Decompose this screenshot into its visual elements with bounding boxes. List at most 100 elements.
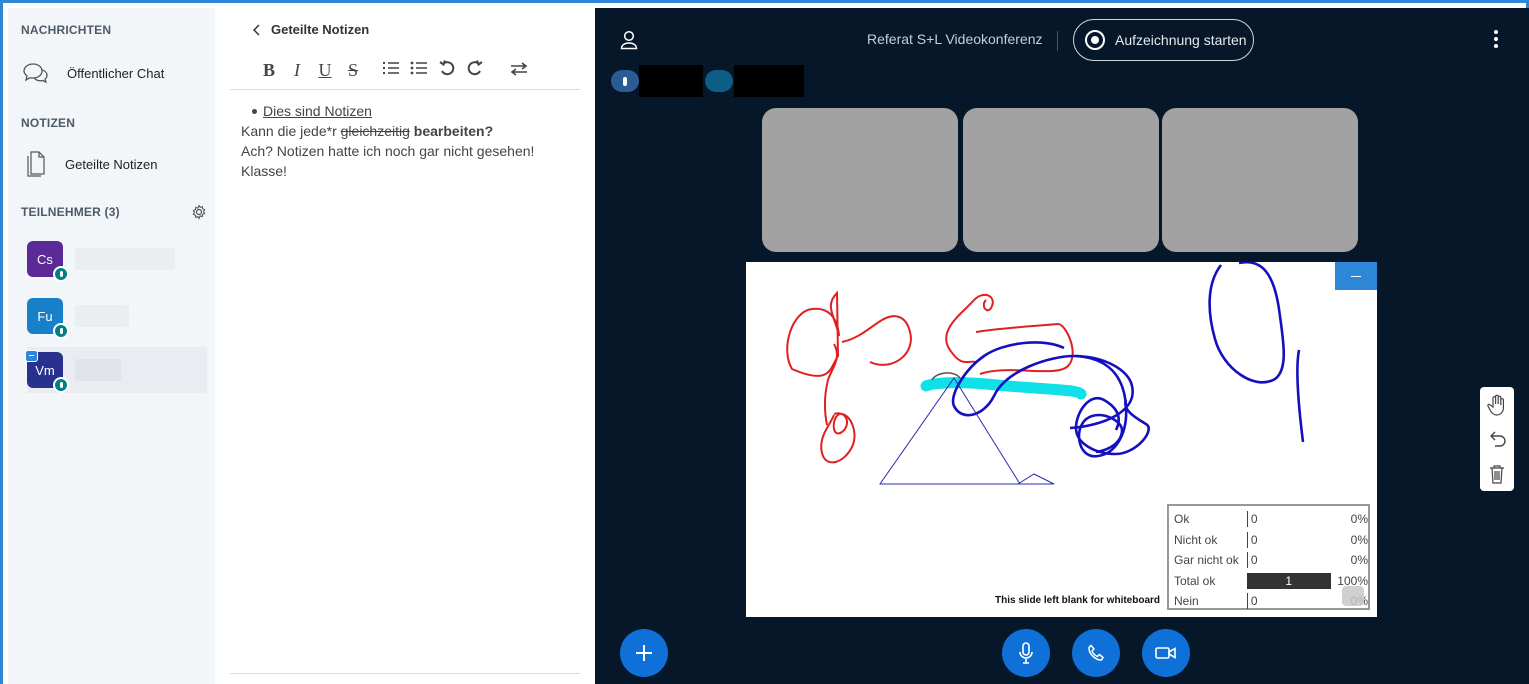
- pan-tool-icon[interactable]: [1487, 394, 1507, 416]
- poll-row: Total ok 1 100%: [1174, 571, 1368, 592]
- video-tile[interactable]: [1162, 108, 1358, 252]
- participant-name-redacted: [75, 305, 129, 327]
- shared-notes-label: Geteilte Notizen: [65, 156, 158, 172]
- talker-name-redacted: [734, 65, 804, 97]
- undo-icon: [439, 60, 455, 76]
- notes-editor[interactable]: Dies sind Notizen Kann die jede*r gleich…: [241, 101, 534, 181]
- video-tile[interactable]: [963, 108, 1159, 252]
- user-list-toggle-icon[interactable]: [620, 30, 638, 55]
- notes-toolbar: B I U S: [255, 60, 533, 81]
- underline-button[interactable]: U: [311, 60, 339, 81]
- presenter-icon: [25, 350, 38, 362]
- phone-button[interactable]: [1072, 629, 1120, 677]
- poll-percent: 0%: [1350, 532, 1368, 547]
- poll-count: 0: [1246, 552, 1331, 569]
- poll-row: Gar nicht ok 0 0%: [1174, 550, 1368, 571]
- mic-status-icon: [53, 323, 69, 339]
- public-chat-item[interactable]: Öffentlicher Chat: [21, 56, 211, 90]
- record-icon: [1085, 30, 1105, 50]
- participant-name-redacted: [75, 248, 175, 270]
- mic-icon: [611, 70, 639, 92]
- microphone-icon: [1019, 642, 1033, 664]
- record-button[interactable]: Aufzeichnung starten: [1073, 19, 1254, 61]
- avatar: Cs: [27, 241, 69, 282]
- strikethrough-button[interactable]: S: [339, 60, 367, 81]
- slide-caption: This slide left blank for whiteboard: [995, 595, 1161, 606]
- shared-notes-panel: Geteilte Notizen B I U S Dies sind Notiz…: [215, 8, 595, 684]
- participants-section-title: TEILNEHMER (3): [21, 205, 120, 219]
- poll-count: 0: [1246, 593, 1331, 610]
- avatar-initials: Cs: [37, 251, 53, 267]
- avatar-initials: Fu: [37, 308, 53, 324]
- whiteboard[interactable]: This slide left blank for whiteboard Ok …: [746, 262, 1377, 617]
- italic-button[interactable]: I: [283, 60, 311, 81]
- participant-item[interactable]: Cs: [27, 236, 207, 282]
- mic-status-icon: [53, 377, 69, 393]
- more-options-icon[interactable]: [1494, 30, 1498, 48]
- poll-close-icon[interactable]: [1342, 586, 1364, 606]
- swap-button[interactable]: [505, 60, 533, 81]
- notes-section-title: NOTIZEN: [21, 116, 76, 130]
- notes-line-1: Dies sind Notizen: [263, 103, 372, 119]
- camera-button[interactable]: [1142, 629, 1190, 677]
- notes-icon: [21, 149, 51, 179]
- swap-icon: [510, 62, 528, 76]
- talking-indicator: [611, 65, 703, 97]
- notes-divider: [230, 673, 580, 674]
- participant-name-redacted: [75, 359, 121, 381]
- notes-line-2: Kann die jede*r gleichzeitig bearbeiten?: [241, 121, 534, 141]
- notes-title: Geteilte Notizen: [271, 22, 370, 37]
- poll-results: Ok 0 0% Nicht ok 0 0% Gar nicht ok 0 0% …: [1167, 504, 1370, 610]
- poll-option-label: Total ok: [1174, 573, 1216, 588]
- poll-percent: 0%: [1350, 553, 1368, 568]
- trash-icon[interactable]: [1488, 464, 1506, 484]
- participant-item[interactable]: Fu: [27, 293, 207, 339]
- poll-option-label: Nein: [1174, 594, 1199, 609]
- conference-title: Referat S+L Videokonferenz: [867, 31, 1043, 47]
- poll-row: Nein 0 0%: [1174, 591, 1368, 612]
- chevron-left-icon: [253, 23, 260, 36]
- talker-name-redacted: [639, 65, 703, 97]
- poll-option-label: Ok: [1174, 512, 1190, 527]
- notes-line-4: Klasse!: [241, 163, 287, 179]
- unordered-list-button[interactable]: [405, 60, 433, 81]
- ordered-list-icon: [383, 62, 399, 74]
- poll-row: Ok 0 0%: [1174, 509, 1368, 530]
- bold-button[interactable]: B: [255, 60, 283, 81]
- phone-icon: [1088, 644, 1104, 661]
- record-label: Aufzeichnung starten: [1115, 32, 1247, 48]
- redo-icon: [467, 60, 483, 76]
- camera-icon: [1155, 647, 1176, 659]
- avatar: Fu: [27, 298, 69, 339]
- video-tile[interactable]: [762, 108, 958, 252]
- redo-button[interactable]: [461, 60, 489, 81]
- actions-plus-button[interactable]: [620, 629, 668, 677]
- whiteboard-toolbar: [1480, 387, 1514, 491]
- chat-icon: [21, 62, 51, 84]
- talking-indicator: [705, 65, 805, 97]
- minimize-presentation-button[interactable]: [1335, 262, 1377, 290]
- microphone-button[interactable]: [1002, 629, 1050, 677]
- title-divider: [1057, 31, 1058, 51]
- participant-item[interactable]: Vm: [25, 347, 207, 393]
- plus-icon: [636, 645, 652, 661]
- poll-option-label: Gar nicht ok: [1174, 553, 1239, 568]
- gear-icon[interactable]: [191, 204, 207, 220]
- poll-count: 0: [1246, 531, 1331, 548]
- messages-section-title: NACHRICHTEN: [21, 23, 112, 37]
- shared-notes-item[interactable]: Geteilte Notizen: [21, 147, 211, 181]
- notes-strikethrough-text: gleichzeitig: [340, 123, 410, 139]
- avatar: Vm: [25, 350, 69, 393]
- notes-back-button[interactable]: Geteilte Notizen: [253, 22, 369, 37]
- poll-option-label: Nicht ok: [1174, 532, 1218, 547]
- notes-bold-text: bearbeiten?: [409, 123, 494, 139]
- ordered-list-button[interactable]: [377, 60, 405, 81]
- notes-line-3: Ach? Notizen hatte ich noch gar nicht ge…: [241, 143, 535, 159]
- unordered-list-icon: [410, 61, 427, 75]
- notes-text: Kann die jede*r: [241, 123, 341, 139]
- undo-button[interactable]: [433, 60, 461, 81]
- avatar-initials: Vm: [35, 362, 55, 378]
- mic-status-icon: [53, 266, 69, 282]
- undo-annotation-icon[interactable]: [1487, 430, 1507, 450]
- poll-row: Nicht ok 0 0%: [1174, 530, 1368, 551]
